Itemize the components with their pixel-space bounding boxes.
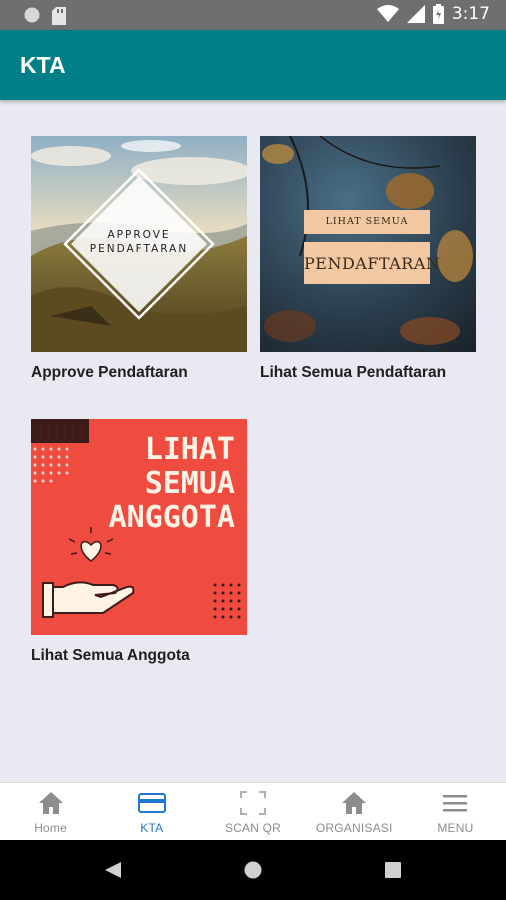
lihat-semua-anggota-image[interactable]: LIHAT SEMUA ANGGOTA [31, 419, 247, 635]
nav-label-scan-qr: SCAN QR [224, 821, 282, 835]
approve-image-line1: APPROVE [107, 229, 171, 241]
back-icon[interactable] [104, 861, 122, 879]
lihat-semua-image-line2: PENDAFTARAN [304, 254, 441, 273]
card-icon [137, 793, 166, 813]
lihat-semua-pendaftaran-card[interactable]: LIHAT SEMUA PENDAFTARAN Lihat Semua Pend… [260, 136, 476, 382]
signal-icon [406, 5, 425, 23]
recents-icon[interactable] [385, 862, 401, 878]
home-button-icon[interactable] [244, 861, 262, 879]
organization-icon [342, 792, 367, 814]
approve-pendaftaran-card[interactable]: APPROVE PENDAFTARAN Approve Pendaftaran [31, 136, 247, 382]
approve-image-line2: PENDAFTARAN [89, 243, 189, 255]
status-time: 3:17 [451, 4, 490, 24]
home-icon [38, 792, 63, 814]
lihat-semua-image-line1: LIHAT SEMUA [325, 216, 409, 227]
lihat-semua-anggota-card[interactable]: LIHAT SEMUA ANGGOTA Lihat Semua Anggota [31, 419, 247, 665]
approve-pendaftaran-image[interactable]: APPROVE PENDAFTARAN [31, 136, 247, 352]
menu-icon [443, 795, 468, 812]
notification-dot-icon [24, 7, 40, 23]
nav-label-home: Home [34, 821, 67, 835]
approve-pendaftaran-label[interactable]: Approve Pendaftaran [31, 364, 247, 382]
sd-card-icon [52, 7, 66, 25]
nav-label-menu: MENU [437, 821, 474, 835]
system-navigation-bar [0, 840, 506, 900]
nav-label-kta: KTA [140, 821, 164, 835]
anggota-image-line2: SEMUA [144, 466, 235, 501]
nav-label-organisasi: ORGANISASI [315, 821, 393, 835]
nav-item-organisasi[interactable]: ORGANISASI [304, 783, 405, 840]
app-bar: KTA [0, 30, 506, 100]
anggota-image-line3: ANGGOTA [108, 500, 235, 535]
lihat-semua-pendaftaran-label[interactable]: Lihat Semua Pendaftaran [260, 364, 476, 382]
bottom-navigation: Home KTA SCAN QR ORGANISASI MENU [0, 782, 506, 840]
nav-item-menu[interactable]: MENU [405, 783, 506, 840]
nav-item-home[interactable]: Home [0, 783, 101, 840]
nav-item-scan-qr[interactable]: SCAN QR [202, 783, 303, 840]
status-bar: 3:17 [0, 0, 506, 30]
battery-icon [432, 4, 444, 24]
wifi-icon [376, 5, 399, 22]
scan-icon [240, 791, 266, 815]
anggota-image-line1: LIHAT [144, 432, 235, 467]
nav-item-kta[interactable]: KTA [101, 783, 202, 840]
lihat-semua-anggota-label[interactable]: Lihat Semua Anggota [31, 647, 247, 665]
page-title: KTA [20, 52, 66, 78]
lihat-semua-pendaftaran-image[interactable]: LIHAT SEMUA PENDAFTARAN [260, 136, 476, 352]
